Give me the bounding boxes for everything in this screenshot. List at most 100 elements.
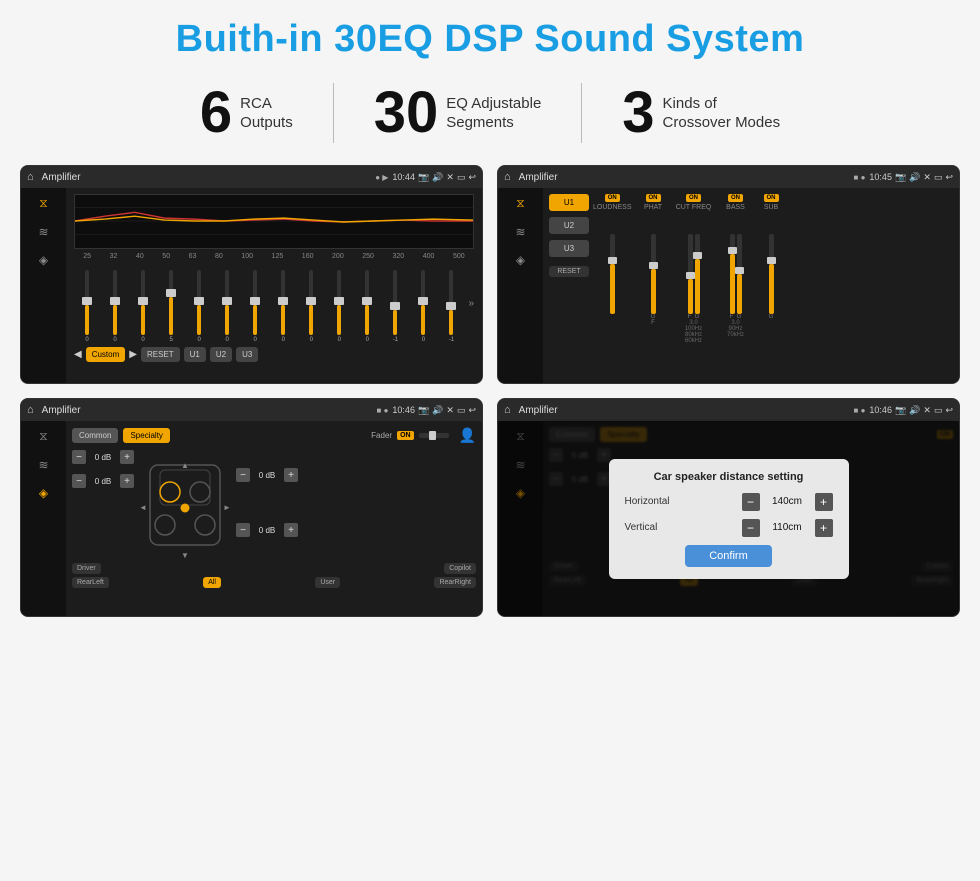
status-bar-dist: ⌂ Amplifier ■ ● 10:46 📷🔊✕▭↩ xyxy=(498,399,959,421)
confirm-button[interactable]: Confirm xyxy=(685,545,772,567)
fader-sidebar-speaker-icon[interactable]: ◈ xyxy=(39,486,48,500)
front-right-plus[interactable]: + xyxy=(284,468,298,482)
svg-text:▲: ▲ xyxy=(181,461,189,470)
eq-slider-12: 0 xyxy=(410,270,436,343)
horizontal-row: Horizontal − 140cm + xyxy=(625,493,833,511)
left-vol-controls: − 0 dB + − 0 dB + xyxy=(72,450,134,493)
distance-dialog-overlay: Car speaker distance setting Horizontal … xyxy=(498,421,959,616)
cx-channels: ON LOUDNESS ON PHAT xyxy=(593,194,953,377)
rear-right-minus[interactable]: − xyxy=(236,523,250,537)
eq-slider-0: 0 xyxy=(74,270,100,343)
screen-distance: ⌂ Amplifier ■ ● 10:46 📷🔊✕▭↩ ⧖ ≋ ◈ Common xyxy=(497,398,960,617)
time-eq: 10:44 xyxy=(392,172,415,182)
rear-right-plus[interactable]: + xyxy=(284,523,298,537)
fader-sidebar-eq-icon[interactable]: ⧖ xyxy=(39,429,47,444)
eq-main-area: 25 32 40 50 63 80 100 125 160 200 250 32… xyxy=(66,188,482,383)
eq-reset-btn[interactable]: RESET xyxy=(141,347,180,362)
cx-reset-btn[interactable]: RESET xyxy=(549,266,589,277)
eq-expand-icon[interactable]: » xyxy=(468,298,474,309)
screen-fader: ⌂ Amplifier ■ ● 10:46 📷🔊✕▭↩ ⧖ ≋ ◈ Common xyxy=(20,398,483,617)
fader-sidebar: ⧖ ≋ ◈ xyxy=(21,421,66,616)
eq-u3-btn[interactable]: U3 xyxy=(236,347,258,362)
vertical-row: Vertical − 110cm + xyxy=(625,519,833,537)
stat-text-rca: RCAOutputs xyxy=(240,94,293,133)
eq-custom-btn[interactable]: Custom xyxy=(86,347,126,362)
front-right-value: 0 dB xyxy=(253,471,281,480)
rearleft-btn[interactable]: RearLeft xyxy=(72,577,109,588)
svg-text:◄: ◄ xyxy=(140,503,147,512)
horizontal-value: 140cm xyxy=(765,496,810,507)
eq-screen-content: ⧖ ≋ ◈ xyxy=(21,188,482,383)
vertical-minus-btn[interactable]: − xyxy=(742,519,760,537)
screen-crossover: ⌂ Amplifier ■ ● 10:45 📷🔊✕▭↩ ⧖ ≋ ◈ U1 U xyxy=(497,165,960,384)
user-btn[interactable]: User xyxy=(315,577,340,588)
front-right-minus[interactable]: − xyxy=(236,468,250,482)
status-icons-eq: 10:44 📷🔊✕▭↩ xyxy=(392,172,476,183)
cx-sidebar-speaker-icon[interactable]: ◈ xyxy=(516,253,525,267)
eq-bottom-bar: ◀ Custom ▶ RESET U1 U2 U3 xyxy=(74,347,474,362)
eq-u2-btn[interactable]: U2 xyxy=(210,347,232,362)
stat-crossover: 3 Kinds ofCrossover Modes xyxy=(582,84,820,142)
eq-sliders-row: 0 0 0 5 0 0 0 0 0 0 0 -1 0 -1 » xyxy=(74,263,474,343)
cx-sidebar-eq-icon[interactable]: ⧖ xyxy=(516,196,524,211)
eq-graph xyxy=(74,194,474,249)
eq-sidebar: ⧖ ≋ ◈ xyxy=(21,188,66,383)
fader-label: Fader xyxy=(371,431,392,440)
eq-slider-2: 0 xyxy=(130,270,156,343)
fader-common-tab[interactable]: Common xyxy=(72,428,118,443)
status-bar-eq: ⌂ Amplifier ● ▶ 10:44 📷🔊✕▭↩ xyxy=(21,166,482,188)
position-labels-2: RearLeft All User RearRight xyxy=(72,577,476,588)
driver-btn[interactable]: Driver xyxy=(72,563,101,574)
time-cx: 10:45 xyxy=(869,172,892,182)
cx-screen-content: ⧖ ≋ ◈ U1 U2 U3 RESET ON xyxy=(498,188,959,383)
rear-right-value: 0 dB xyxy=(253,526,281,535)
stats-row: 6 RCAOutputs 30 EQ AdjustableSegments 3 … xyxy=(20,83,960,143)
front-left-vol: − 0 dB + xyxy=(72,450,134,464)
fader-sidebar-wave-icon[interactable]: ≋ xyxy=(38,458,48,472)
rearright-btn[interactable]: RearRight xyxy=(434,577,476,588)
eq-slider-4: 0 xyxy=(186,270,212,343)
eq-slider-8: 0 xyxy=(298,270,324,343)
horizontal-minus-btn[interactable]: − xyxy=(742,493,760,511)
cx-u3-btn[interactable]: U3 xyxy=(549,240,589,257)
front-left-plus[interactable]: + xyxy=(120,450,134,464)
fader-main-area: Common Specialty Fader ON 👤 xyxy=(66,421,482,616)
vertical-control: − 110cm + xyxy=(742,519,833,537)
eq-prev-btn[interactable]: ◀ xyxy=(74,349,82,360)
copilot-btn[interactable]: Copilot xyxy=(444,563,476,574)
eq-slider-13: -1 xyxy=(438,270,464,343)
position-labels: Driver Copilot xyxy=(72,563,476,574)
stat-rca: 6 RCAOutputs xyxy=(160,84,333,142)
rear-left-minus[interactable]: − xyxy=(72,474,86,488)
front-left-minus[interactable]: − xyxy=(72,450,86,464)
horizontal-plus-btn[interactable]: + xyxy=(815,493,833,511)
vertical-plus-btn[interactable]: + xyxy=(815,519,833,537)
eq-slider-7: 0 xyxy=(270,270,296,343)
rear-left-plus[interactable]: + xyxy=(120,474,134,488)
cx-cutfreq: ON CUT FREQ F G 3.0 xyxy=(675,194,713,377)
fader-h-track[interactable] xyxy=(419,433,449,438)
fader-specialty-tab[interactable]: Specialty xyxy=(123,428,169,443)
speaker-layout-row: − 0 dB + − 0 dB + xyxy=(72,450,476,560)
eq-next-btn[interactable]: ▶ xyxy=(129,349,137,360)
all-btn[interactable]: All xyxy=(203,577,221,588)
distance-dialog: Car speaker distance setting Horizontal … xyxy=(609,459,849,579)
horizontal-label: Horizontal xyxy=(625,496,695,507)
cx-u2-btn[interactable]: U2 xyxy=(549,217,589,234)
eq-slider-11: -1 xyxy=(382,270,408,343)
cx-u1-btn[interactable]: U1 xyxy=(549,194,589,211)
eq-freq-labels: 25 32 40 50 63 80 100 125 160 200 250 32… xyxy=(74,253,474,260)
eq-u1-btn[interactable]: U1 xyxy=(184,347,206,362)
fader-on-badge: ON xyxy=(397,431,414,440)
front-right-vol: − 0 dB + xyxy=(236,468,298,482)
eq-sidebar-speaker-icon[interactable]: ◈ xyxy=(39,253,48,267)
crossover-main-area: U1 U2 U3 RESET ON LOUDNESS xyxy=(543,188,959,383)
vertical-label: Vertical xyxy=(625,522,695,533)
status-bar-cx: ⌂ Amplifier ■ ● 10:45 📷🔊✕▭↩ xyxy=(498,166,959,188)
fader-screen-content: ⧖ ≋ ◈ Common Specialty Fader ON 👤 xyxy=(21,421,482,616)
cx-sidebar-wave-icon[interactable]: ≋ xyxy=(515,225,525,239)
eq-sidebar-wave-icon[interactable]: ≋ xyxy=(38,225,48,239)
vertical-value: 110cm xyxy=(765,522,810,533)
svg-text:►: ► xyxy=(223,503,230,512)
eq-sidebar-eq-icon[interactable]: ⧖ xyxy=(39,196,47,211)
